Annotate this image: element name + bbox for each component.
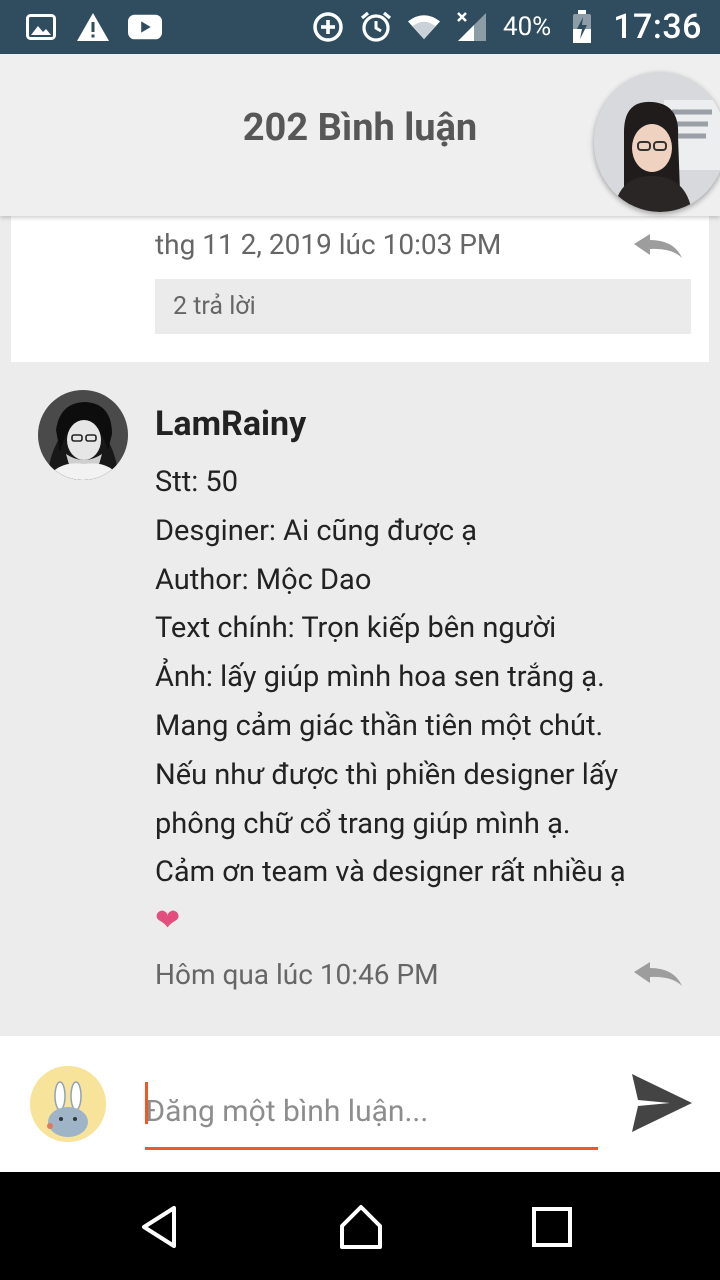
gallery-icon (24, 10, 58, 44)
alarm-icon (359, 10, 393, 44)
reply-icon[interactable] (632, 960, 684, 990)
battery-percent: 40% (502, 12, 552, 42)
comment-line: Mang cảm giác thần tiên một chút. (155, 708, 604, 743)
comment-body: Stt: 50 Desginer: Ai cũng được ạ Author:… (155, 458, 626, 946)
comment-input[interactable] (145, 1076, 598, 1150)
avatar[interactable] (38, 390, 128, 480)
comment-card: LamRainy Stt: 50 Desginer: Ai cũng được … (11, 364, 709, 1036)
comment-line: Text chính: Trọn kiếp bên người (155, 611, 557, 646)
back-icon[interactable] (136, 1202, 186, 1252)
current-user-avatar (30, 1066, 106, 1142)
wifi-icon (407, 10, 441, 44)
bunny-avatar-image (30, 1066, 106, 1142)
home-icon[interactable] (336, 1202, 386, 1252)
comment-line: Author: Mộc Dao (155, 562, 372, 597)
comment-line: Stt: 50 (155, 465, 239, 499)
user-avatar-image (38, 390, 128, 480)
youtube-icon (128, 10, 162, 44)
heart-emoji: ❤ (155, 903, 181, 939)
comment-line: Nếu như được thì phiền designer lấy (155, 757, 619, 792)
reply-icon[interactable] (632, 232, 684, 262)
video-call-bubble[interactable] (594, 72, 720, 212)
clock: 17:36 (613, 7, 702, 47)
comment-author[interactable]: LamRainy (155, 404, 306, 444)
view-replies-button[interactable]: 2 trả lời (155, 279, 691, 334)
system-nav-bar (0, 1172, 720, 1280)
comment-line: Ảnh: lấy giúp mình hoa sen trắng ạ. (155, 660, 605, 695)
signal-icon (455, 10, 489, 44)
comment-line: Desginer: Ai cũng được ạ (155, 513, 477, 548)
send-icon[interactable] (630, 1072, 694, 1134)
comment-line: phông chữ cổ trang giúp mình ạ. (155, 806, 571, 841)
comment-composer (0, 1036, 720, 1172)
data-saver-icon (311, 10, 345, 44)
recents-icon[interactable] (527, 1202, 577, 1252)
comment-line: Cảm ơn team và designer rất nhiều ạ (155, 855, 626, 890)
video-thumbnail-image (594, 72, 720, 212)
comment-timestamp: Hôm qua lúc 10:46 PM (155, 958, 439, 991)
battery-charging-icon (565, 10, 599, 44)
warning-icon (76, 10, 110, 44)
comment-timestamp: thg 11 2, 2019 lúc 10:03 PM (155, 228, 502, 261)
text-cursor (145, 1082, 148, 1124)
status-bar: 40% 17:36 (0, 0, 720, 54)
previous-comment-card: thg 11 2, 2019 lúc 10:03 PM 2 trả lời (11, 216, 709, 362)
